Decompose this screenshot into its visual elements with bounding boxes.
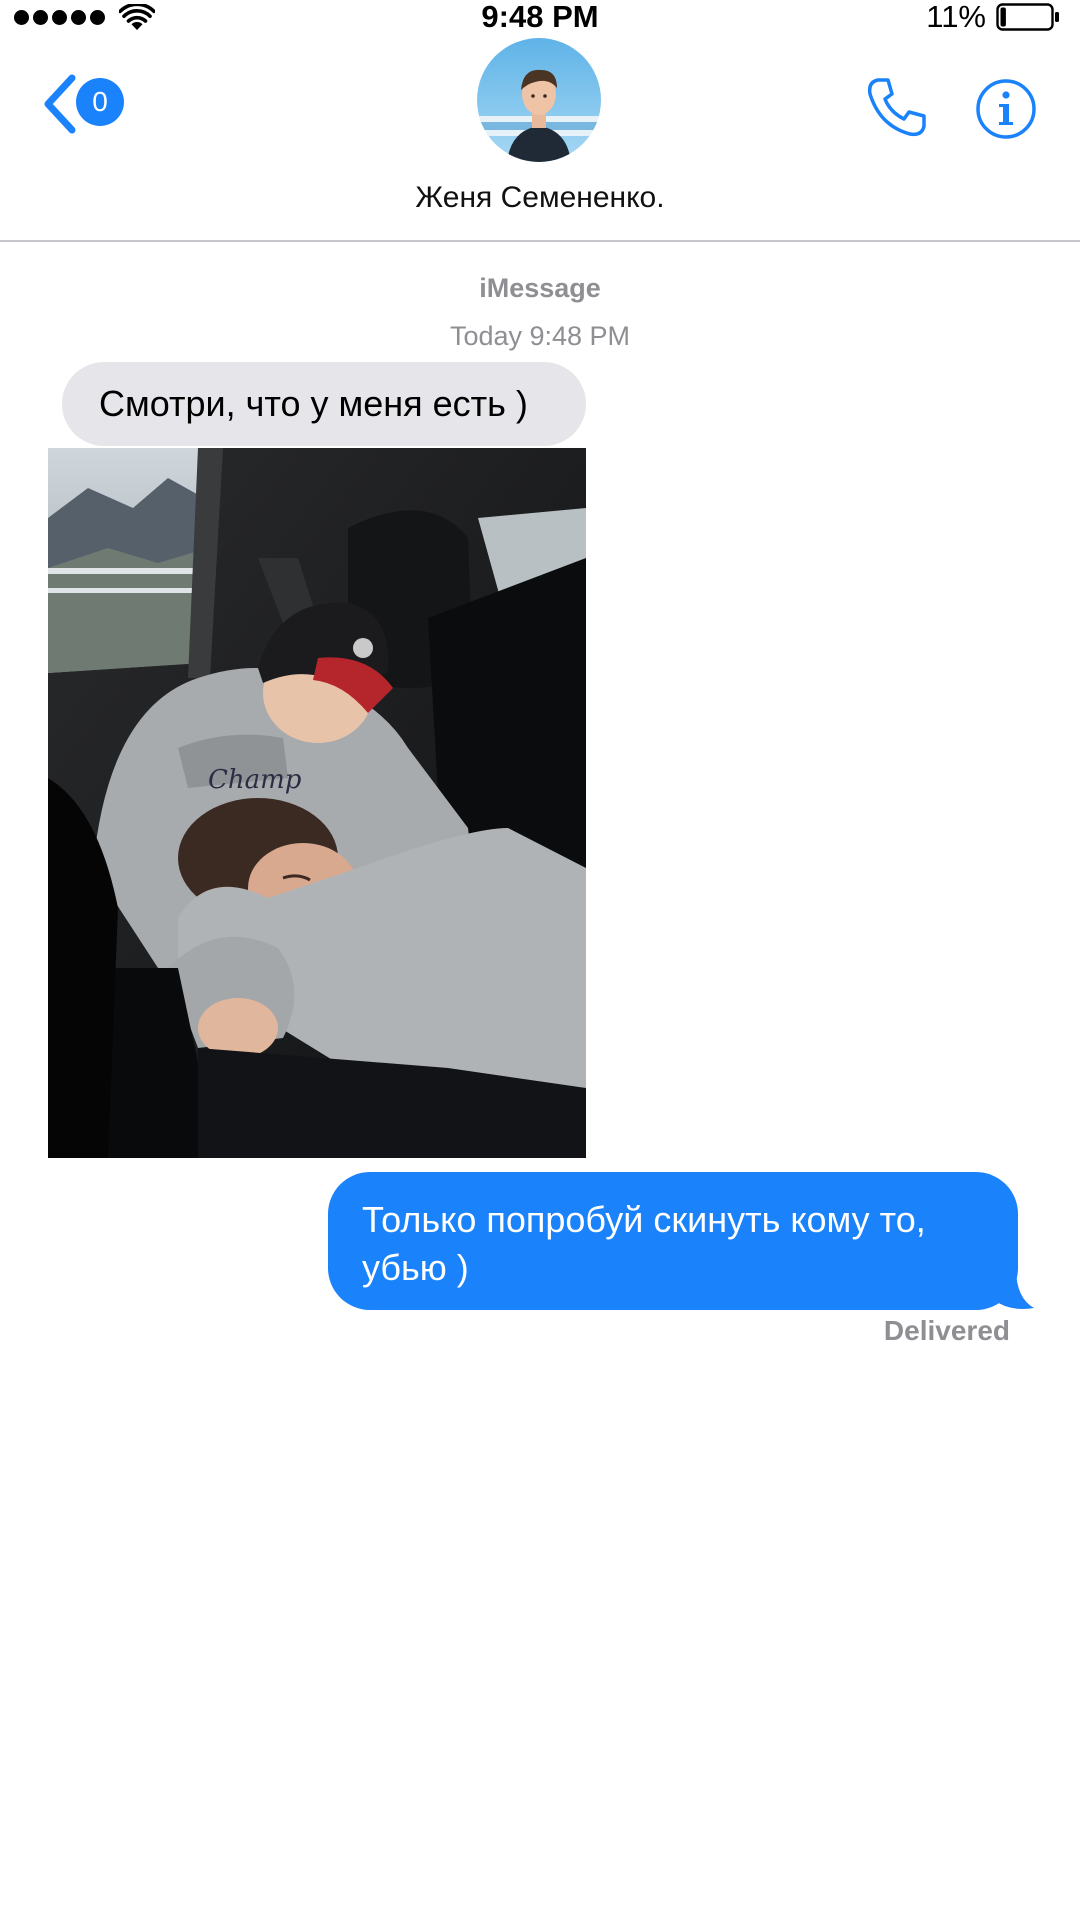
battery-percentage: 11% xyxy=(926,0,986,34)
photo-image: Champ xyxy=(48,448,586,1158)
status-bar: 9:48 PM 11% xyxy=(0,0,1080,36)
service-label: iMessage xyxy=(479,273,601,303)
unread-count-badge: 0 xyxy=(76,78,124,126)
avatar-photo xyxy=(477,38,601,162)
svg-text:Champ: Champ xyxy=(208,765,302,795)
status-time: 9:48 PM xyxy=(481,0,599,34)
chevron-left-icon xyxy=(44,74,76,134)
back-button[interactable]: 0 xyxy=(40,70,126,138)
contact-avatar[interactable] xyxy=(477,38,601,162)
conversation-header: 0 Женя Семененко. xyxy=(0,36,1080,242)
message-timestamp: Today 9:48 PM xyxy=(449,321,631,351)
outgoing-message-bubble[interactable]: Только попробуй скинуть кому то, убью ) xyxy=(328,1172,1018,1310)
contact-name[interactable]: Женя Семененко. xyxy=(0,180,1080,216)
incoming-message-bubble[interactable]: Смотри, что у меня есть ) xyxy=(62,362,586,446)
battery-icon xyxy=(996,3,1059,31)
delivery-status: Delivered xyxy=(883,1315,1010,1346)
phone-icon[interactable] xyxy=(864,74,930,140)
bubble-tail xyxy=(990,1268,1034,1309)
incoming-photo-attachment[interactable]: Champ xyxy=(48,448,586,1158)
info-icon[interactable] xyxy=(975,78,1037,140)
